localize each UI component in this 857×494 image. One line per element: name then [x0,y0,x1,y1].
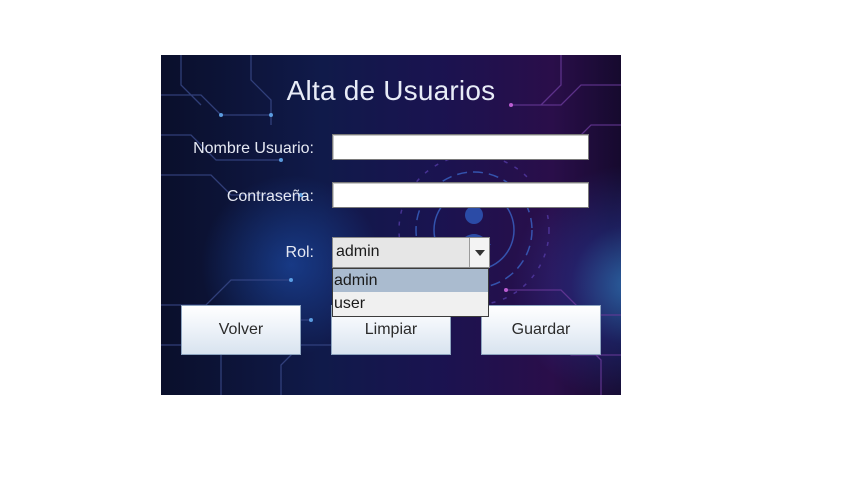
user-registration-window: Alta de Usuarios Nombre Usuario: Contras… [161,55,621,395]
role-dropdown-button[interactable] [469,238,489,267]
role-label: Rol: [285,244,314,261]
password-input[interactable] [332,182,589,208]
role-dropdown-list: admin user [332,268,489,317]
save-button[interactable]: Guardar [481,305,601,355]
username-label: Nombre Usuario: [193,140,314,157]
back-button[interactable]: Volver [181,305,301,355]
chevron-down-icon [474,249,485,256]
role-option-admin[interactable]: admin [333,269,488,292]
role-selected-value: admin [336,243,380,260]
role-option-user[interactable]: user [333,292,488,315]
page-title: Alta de Usuarios [286,75,496,106]
password-label: Contraseña: [226,188,314,205]
role-select[interactable]: admin [332,237,490,268]
username-input[interactable] [332,134,589,160]
